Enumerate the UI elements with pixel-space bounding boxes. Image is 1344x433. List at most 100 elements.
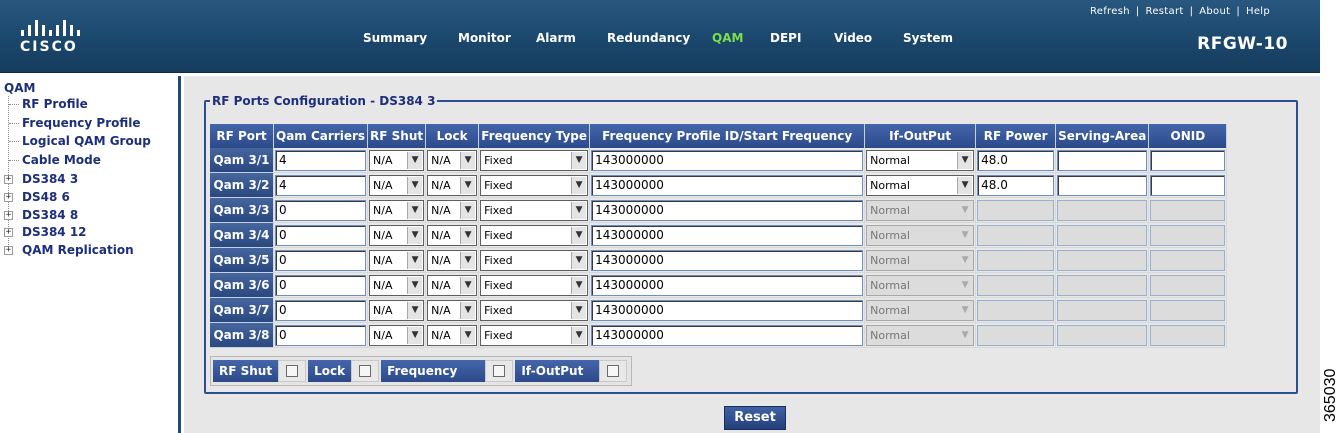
- nav-system[interactable]: System: [903, 31, 953, 45]
- rf-power-input[interactable]: [977, 274, 1055, 296]
- lock-select[interactable]: N/A ▼: [427, 274, 478, 296]
- nav-qam[interactable]: QAM: [712, 31, 743, 45]
- rf-shut-select[interactable]: N/A ▼: [369, 149, 425, 171]
- serving-area-input[interactable]: [1057, 199, 1148, 221]
- frequency-type-select[interactable]: Fixed ▼: [480, 149, 589, 171]
- restart-link[interactable]: Restart: [1146, 6, 1184, 17]
- qam-carriers-input[interactable]: [275, 299, 367, 321]
- frequency-input[interactable]: [591, 249, 864, 271]
- nav-video[interactable]: Video: [834, 31, 872, 45]
- lock-select[interactable]: N/A ▼: [427, 324, 478, 346]
- rf-shut-select[interactable]: N/A ▼: [369, 299, 425, 321]
- if-output-select[interactable]: Normal ▼: [866, 299, 975, 321]
- rf-shut-checkbox[interactable]: [286, 365, 299, 377]
- rf-shut-select[interactable]: N/A ▼: [369, 174, 425, 196]
- qam-carriers-input[interactable]: [275, 174, 367, 196]
- if-output-select[interactable]: Normal ▼: [866, 249, 975, 271]
- expand-icon[interactable]: +: [4, 228, 13, 237]
- frequency-type-select[interactable]: Fixed ▼: [480, 249, 589, 271]
- help-link[interactable]: Help: [1246, 6, 1270, 17]
- rf-power-input[interactable]: [977, 174, 1055, 196]
- expand-icon[interactable]: +: [4, 211, 13, 220]
- frequency-input[interactable]: [591, 324, 864, 346]
- rf-power-input[interactable]: [977, 324, 1055, 346]
- frequency-type-select[interactable]: Fixed ▼: [480, 224, 589, 246]
- about-link[interactable]: About: [1199, 6, 1230, 17]
- sidebar-item-cable-mode[interactable]: Cable Mode: [22, 153, 101, 167]
- nav-depi[interactable]: DEPI: [770, 31, 801, 45]
- serving-area-input[interactable]: [1057, 249, 1148, 271]
- onid-input[interactable]: [1150, 249, 1226, 271]
- lock-select[interactable]: N/A ▼: [427, 149, 478, 171]
- tree-root-qam[interactable]: QAM: [4, 81, 35, 95]
- lock-select[interactable]: N/A ▼: [427, 249, 478, 271]
- rf-power-input[interactable]: [977, 299, 1055, 321]
- frequency-input[interactable]: [591, 149, 864, 171]
- reset-button[interactable]: Reset: [724, 406, 786, 430]
- if-output-select[interactable]: Normal ▼: [866, 324, 975, 346]
- sidebar-item-qam-replication[interactable]: QAM Replication: [22, 243, 134, 257]
- frequency-input[interactable]: [591, 174, 864, 196]
- serving-area-input[interactable]: [1057, 299, 1148, 321]
- serving-area-input[interactable]: [1057, 274, 1148, 296]
- frequency-type-select[interactable]: Fixed ▼: [480, 199, 589, 221]
- nav-monitor[interactable]: Monitor: [458, 31, 511, 45]
- frequency-type-select[interactable]: Fixed ▼: [480, 299, 589, 321]
- rf-shut-select[interactable]: N/A ▼: [369, 274, 425, 296]
- refresh-link[interactable]: Refresh: [1090, 6, 1130, 17]
- expand-icon[interactable]: +: [4, 175, 13, 184]
- nav-alarm[interactable]: Alarm: [536, 31, 576, 45]
- frequency-checkbox[interactable]: [493, 365, 506, 377]
- frequency-type-select[interactable]: Fixed ▼: [480, 324, 589, 346]
- qam-carriers-input[interactable]: [275, 324, 367, 346]
- sidebar-item-ds48-6[interactable]: DS48 6: [22, 190, 70, 204]
- onid-input[interactable]: [1150, 174, 1226, 196]
- qam-carriers-input[interactable]: [275, 199, 367, 221]
- sidebar-item-frequency-profile[interactable]: Frequency Profile: [22, 116, 141, 130]
- lock-select[interactable]: N/A ▼: [427, 199, 478, 221]
- rf-power-input[interactable]: [977, 199, 1055, 221]
- lock-checkbox[interactable]: [359, 365, 372, 377]
- frequency-input[interactable]: [591, 199, 864, 221]
- if-output-select[interactable]: Normal ▼: [866, 199, 975, 221]
- if-output-select[interactable]: Normal ▼: [866, 149, 975, 171]
- rf-shut-select[interactable]: N/A ▼: [369, 324, 425, 346]
- rf-power-input[interactable]: [977, 149, 1055, 171]
- serving-area-input[interactable]: [1057, 149, 1148, 171]
- rf-shut-select[interactable]: N/A ▼: [369, 224, 425, 246]
- if-output-checkbox[interactable]: [607, 365, 620, 377]
- frequency-input[interactable]: [591, 224, 864, 246]
- expand-icon[interactable]: +: [4, 246, 13, 255]
- if-output-select[interactable]: Normal ▼: [866, 174, 975, 196]
- rf-shut-select[interactable]: N/A ▼: [369, 249, 425, 271]
- lock-select[interactable]: N/A ▼: [427, 174, 478, 196]
- frequency-type-select[interactable]: Fixed ▼: [480, 274, 589, 296]
- frequency-input[interactable]: [591, 299, 864, 321]
- sidebar-item-rf-profile[interactable]: RF Profile: [22, 97, 88, 111]
- sidebar-item-ds384-12[interactable]: DS384 12: [22, 225, 87, 239]
- frequency-type-select[interactable]: Fixed ▼: [480, 174, 589, 196]
- rf-power-input[interactable]: [977, 224, 1055, 246]
- nav-redundancy[interactable]: Redundancy: [607, 31, 690, 45]
- onid-input[interactable]: [1150, 274, 1226, 296]
- lock-select[interactable]: N/A ▼: [427, 224, 478, 246]
- onid-input[interactable]: [1150, 149, 1226, 171]
- qam-carriers-input[interactable]: [275, 274, 367, 296]
- sidebar-item-ds384-3[interactable]: DS384 3: [22, 172, 79, 186]
- rf-shut-select[interactable]: N/A ▼: [369, 199, 425, 221]
- serving-area-input[interactable]: [1057, 324, 1148, 346]
- qam-carriers-input[interactable]: [275, 149, 367, 171]
- expand-icon[interactable]: +: [4, 193, 13, 202]
- onid-input[interactable]: [1150, 199, 1226, 221]
- onid-input[interactable]: [1150, 299, 1226, 321]
- sidebar-item-ds384-8[interactable]: DS384 8: [22, 208, 78, 222]
- onid-input[interactable]: [1150, 324, 1226, 346]
- serving-area-input[interactable]: [1057, 174, 1148, 196]
- nav-summary[interactable]: Summary: [363, 31, 427, 45]
- frequency-input[interactable]: [591, 274, 864, 296]
- if-output-select[interactable]: Normal ▼: [866, 274, 975, 296]
- qam-carriers-input[interactable]: [275, 249, 367, 271]
- serving-area-input[interactable]: [1057, 224, 1148, 246]
- if-output-select[interactable]: Normal ▼: [866, 224, 975, 246]
- onid-input[interactable]: [1150, 224, 1226, 246]
